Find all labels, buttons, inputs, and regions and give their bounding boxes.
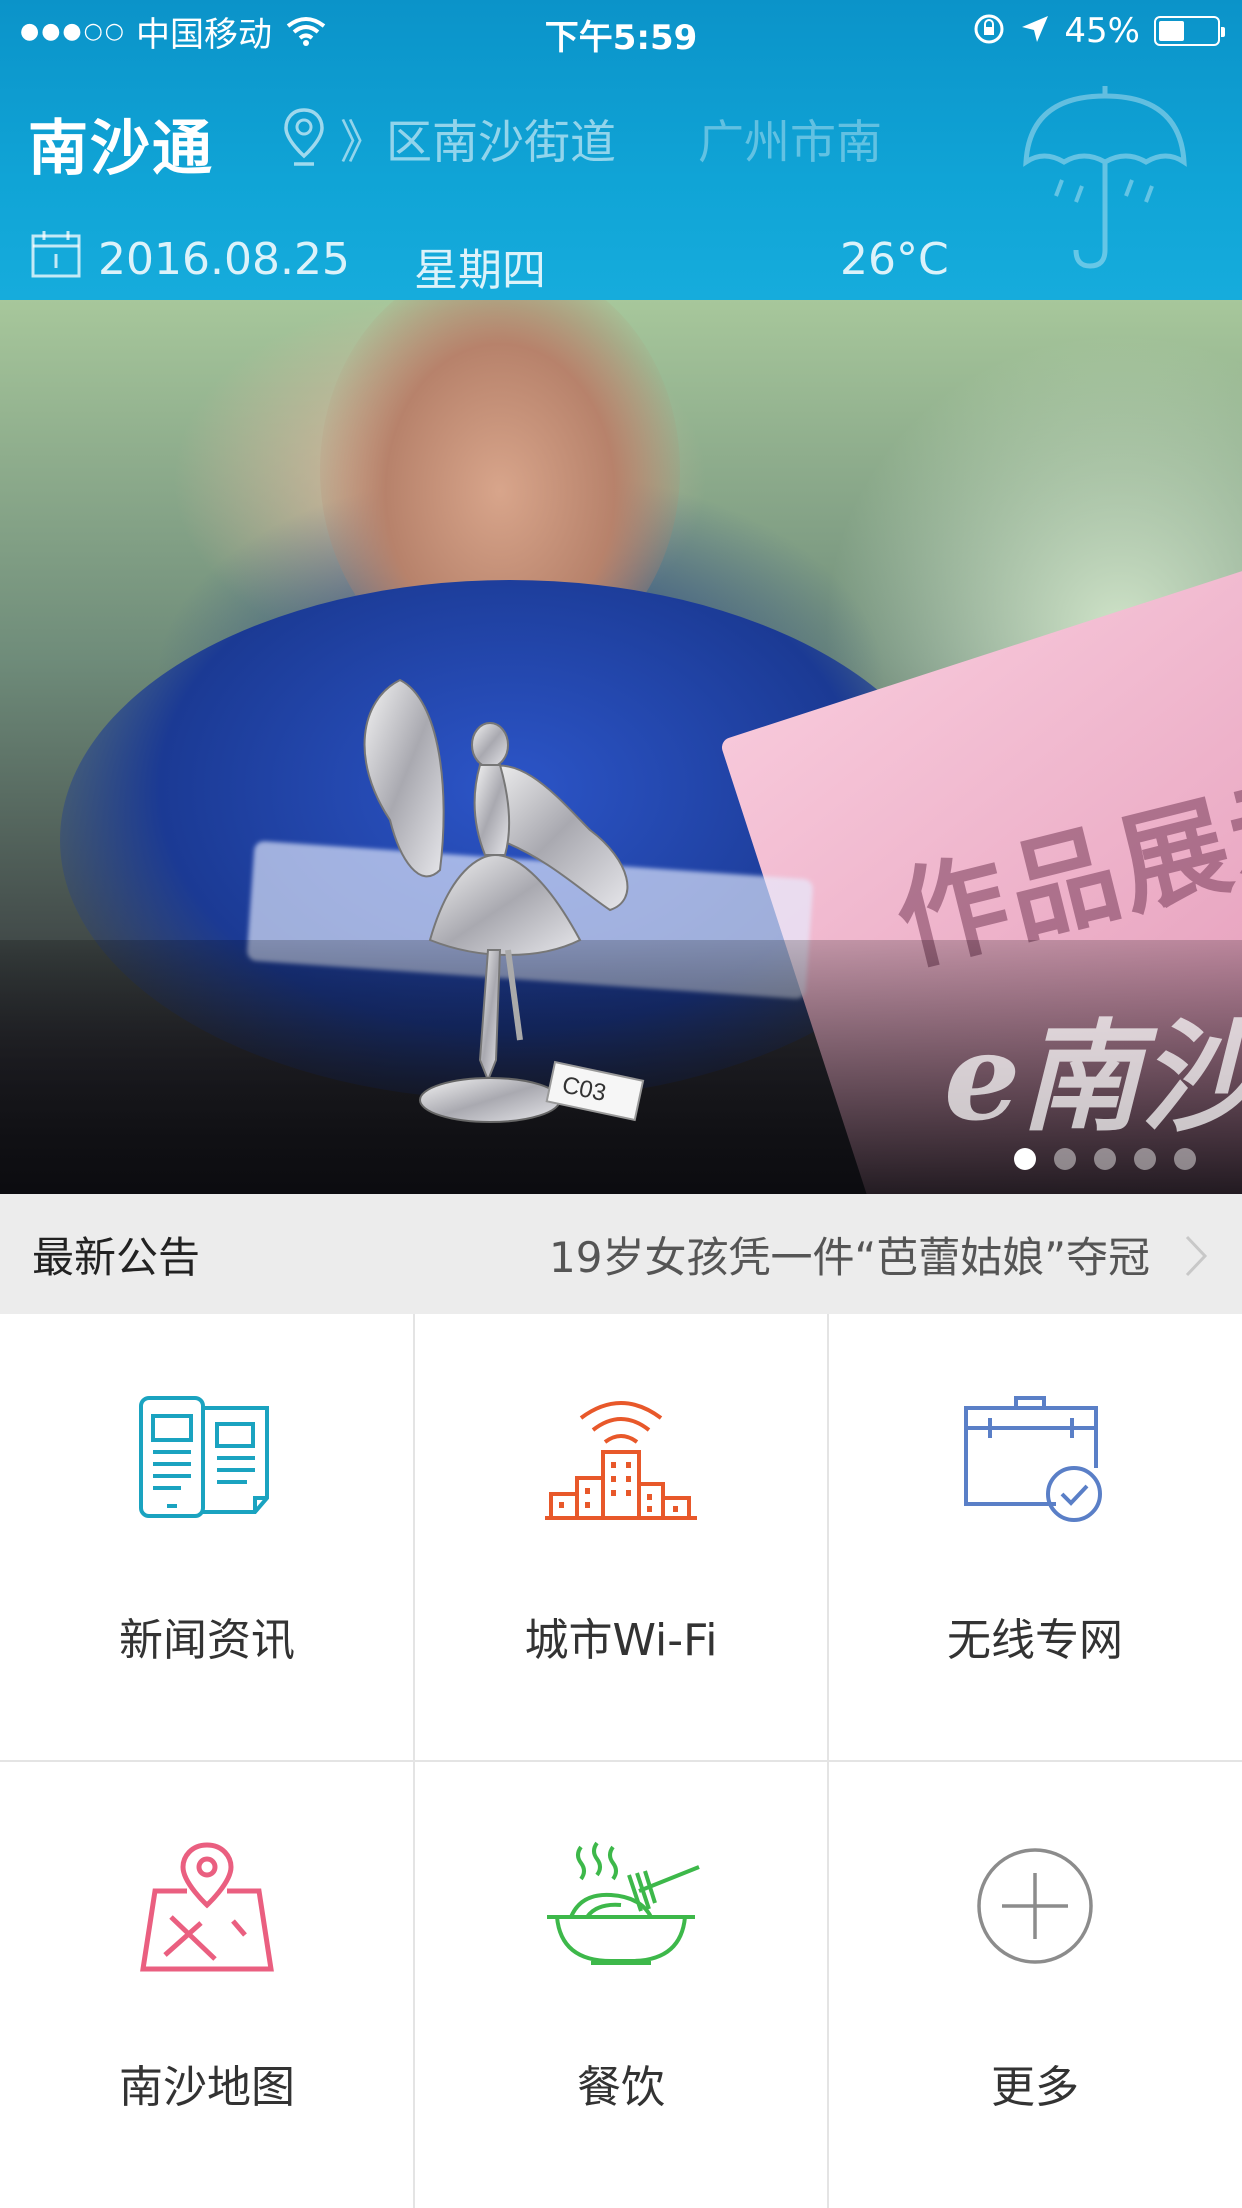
- banner-carousel[interactable]: 作品展示 C03 e南沙: [0, 300, 1242, 1194]
- carousel-dot[interactable]: [1094, 1148, 1116, 1170]
- current-weekday: 星期四: [414, 245, 546, 296]
- news-icon: [0, 1394, 414, 1524]
- carousel-page-indicator[interactable]: [1014, 1148, 1196, 1170]
- battery-percent: 45%: [1064, 11, 1140, 51]
- location-pin-icon[interactable]: [280, 106, 328, 172]
- location-primary[interactable]: 》区南沙街道: [340, 106, 616, 172]
- status-bar: ●●●○○ 中国移动 下午5:59 45%: [0, 0, 1242, 62]
- city-wifi-icon: [414, 1394, 828, 1524]
- menu-item-news[interactable]: 新闻资讯: [0, 1314, 414, 1761]
- battery-level: [1159, 21, 1184, 41]
- status-right: 45%: [972, 10, 1225, 52]
- chevron-right-icon[interactable]: [1184, 1234, 1208, 1282]
- carousel-dot[interactable]: [1014, 1148, 1036, 1170]
- rotation-lock-icon: [972, 12, 1006, 50]
- menu-item-map[interactable]: 南沙地图: [0, 1761, 414, 2208]
- menu-item-label: 更多: [991, 2062, 1079, 2113]
- menu-item-dining[interactable]: 餐饮: [414, 1761, 828, 2208]
- carousel-dot[interactable]: [1134, 1148, 1156, 1170]
- app-title: 南沙通: [28, 114, 214, 184]
- menu-item-label: 南沙地图: [119, 2062, 295, 2113]
- plus-circle-icon: [828, 1841, 1242, 1971]
- umbrella-rain-icon: [1020, 82, 1190, 276]
- calendar-icon: [30, 228, 82, 284]
- menu-item-label: 新闻资讯: [119, 1615, 295, 1666]
- menu-item-more[interactable]: 更多: [828, 1761, 1242, 2208]
- location-secondary[interactable]: 广州市南: [698, 106, 882, 172]
- location-arrow-icon: [1020, 14, 1050, 48]
- menu-item-city-wifi[interactable]: 城市Wi-Fi: [414, 1314, 828, 1761]
- banner-watermark: e南沙: [944, 1007, 1242, 1148]
- carousel-dot[interactable]: [1174, 1148, 1196, 1170]
- map-pin-icon: [0, 1841, 414, 1977]
- current-date: 2016.08.25: [98, 234, 350, 285]
- menu-item-label: 餐饮: [577, 2062, 665, 2113]
- ballerina-figurine: C03: [330, 640, 690, 1144]
- current-temperature: 26°C: [840, 234, 949, 285]
- menu-item-wireless-network[interactable]: 无线专网: [828, 1314, 1242, 1761]
- latest-notice-bar[interactable]: 最新公告 19岁女孩凭一件“芭蕾姑娘”夺冠: [0, 1194, 1242, 1314]
- noodle-bowl-icon: [414, 1841, 828, 1971]
- notice-headline[interactable]: 19岁女孩凭一件“芭蕾姑娘”夺冠: [549, 1224, 1150, 1285]
- feature-grid: 新闻资讯 城市Wi-Fi 无线专网 南沙地图 餐饮 更多: [0, 1314, 1242, 2208]
- battery-icon: [1154, 16, 1225, 46]
- carousel-dot[interactable]: [1054, 1148, 1076, 1170]
- app-header: ●●●○○ 中国移动 下午5:59 45% 南沙通 》区南沙街道 广州市南 20…: [0, 0, 1242, 300]
- toolbox-check-icon: [828, 1394, 1242, 1524]
- menu-item-label: 无线专网: [947, 1615, 1123, 1666]
- notice-label: 最新公告: [32, 1232, 201, 1282]
- menu-item-label: 城市Wi-Fi: [524, 1615, 718, 1666]
